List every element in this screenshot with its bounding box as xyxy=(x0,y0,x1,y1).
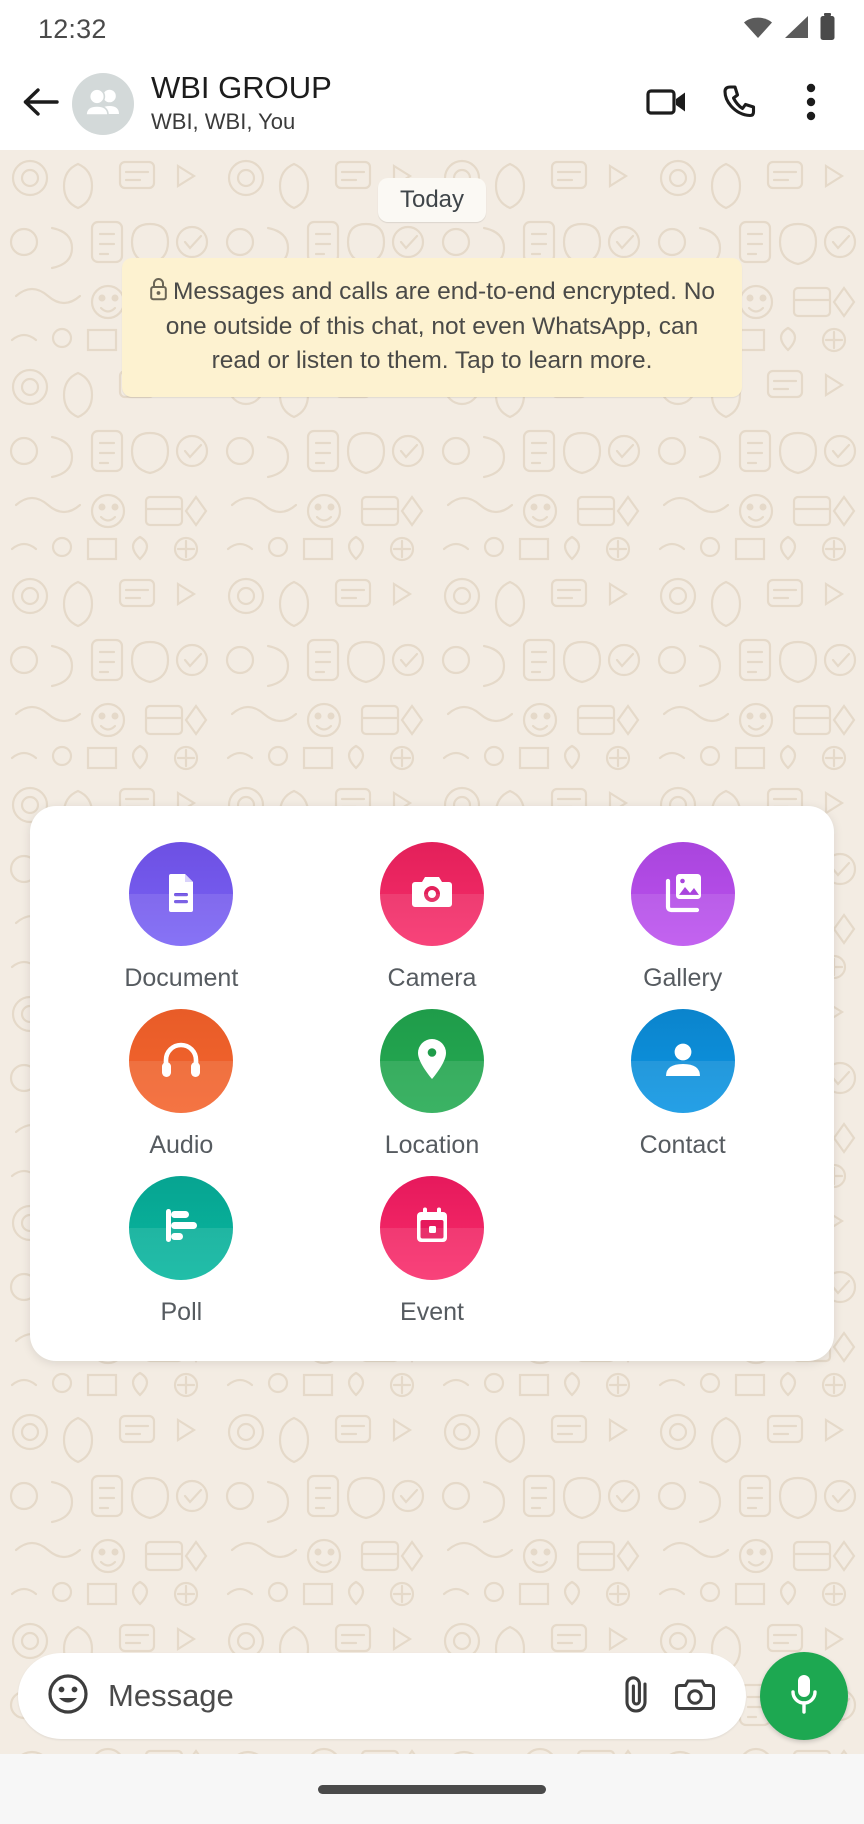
attachment-option-gallery[interactable]: Gallery xyxy=(557,842,808,993)
gallery-icon xyxy=(660,869,706,920)
group-members-subtitle: WBI, WBI, You xyxy=(151,109,296,135)
audio-button[interactable] xyxy=(129,1009,234,1113)
document-button[interactable] xyxy=(129,842,234,946)
attachment-option-audio[interactable]: Audio xyxy=(56,1009,307,1160)
status-bar: 12:32 xyxy=(0,0,864,58)
attachment-label: Event xyxy=(400,1298,464,1326)
encryption-notice[interactable]: Messages and calls are end-to-end encryp… xyxy=(122,258,742,397)
person-icon xyxy=(661,1037,705,1086)
day-divider-row: Today xyxy=(0,178,864,222)
voice-call-button[interactable] xyxy=(708,73,770,135)
attachment-label: Gallery xyxy=(643,964,723,992)
attachment-label: Contact xyxy=(639,1131,726,1159)
video-camera-icon xyxy=(646,86,688,123)
home-gesture-handle[interactable] xyxy=(318,1784,546,1794)
system-nav-bar xyxy=(0,1754,864,1824)
gallery-button[interactable] xyxy=(630,842,735,946)
header-actions xyxy=(636,73,842,135)
page-title: WBI GROUP xyxy=(151,71,332,106)
emoji-icon xyxy=(46,1672,90,1721)
poll-icon xyxy=(159,1206,203,1251)
video-call-button[interactable] xyxy=(636,73,698,135)
attachment-grid: Document Camera Gallery Audio Location C… xyxy=(56,842,808,1327)
emoji-button[interactable] xyxy=(42,1670,94,1722)
avatar[interactable] xyxy=(72,73,134,135)
attachment-label: Camera xyxy=(387,964,477,992)
group-avatar-icon xyxy=(83,86,123,123)
phone-icon xyxy=(721,84,757,125)
status-icons xyxy=(743,12,836,46)
location-button[interactable] xyxy=(379,1009,484,1113)
document-icon xyxy=(158,869,204,920)
headphones-icon xyxy=(158,1038,204,1085)
contact-button[interactable] xyxy=(630,1009,735,1113)
camera-outline-icon xyxy=(673,1674,717,1719)
attachment-label: Document xyxy=(124,964,239,992)
voice-record-button[interactable] xyxy=(760,1652,848,1740)
attachment-option-document[interactable]: Document xyxy=(56,842,307,993)
overflow-menu-icon xyxy=(806,83,816,126)
attachment-option-event[interactable]: Event xyxy=(307,1176,558,1327)
attachment-label: Audio xyxy=(149,1131,214,1159)
event-button[interactable] xyxy=(379,1176,484,1280)
battery-icon xyxy=(819,12,836,46)
chat-area: Today Messages and calls are end-to-end … xyxy=(0,150,864,1824)
encryption-notice-row: Messages and calls are end-to-end encryp… xyxy=(0,258,864,397)
camera-button[interactable] xyxy=(379,842,484,946)
attachment-label: Location xyxy=(384,1131,480,1159)
attachment-option-poll[interactable]: Poll xyxy=(56,1176,307,1327)
attachment-option-camera[interactable]: Camera xyxy=(307,842,558,993)
calendar-icon xyxy=(410,1204,454,1253)
message-input[interactable] xyxy=(108,1678,608,1714)
header-text-block[interactable]: WBI GROUP WBI, WBI, You xyxy=(151,71,636,136)
wifi-icon xyxy=(743,14,773,45)
poll-button[interactable] xyxy=(129,1176,234,1280)
microphone-icon xyxy=(787,1671,821,1722)
message-input-pill[interactable] xyxy=(18,1653,746,1739)
attachment-option-contact[interactable]: Contact xyxy=(557,1009,808,1160)
cellular-signal-icon xyxy=(782,14,810,45)
message-list: Today Messages and calls are end-to-end … xyxy=(0,150,864,397)
more-options-button[interactable] xyxy=(780,73,842,135)
paperclip-icon xyxy=(617,1672,657,1721)
attachment-panel: Document Camera Gallery Audio Location C… xyxy=(30,806,834,1361)
back-button[interactable] xyxy=(14,77,68,131)
message-input-bar xyxy=(0,1652,864,1740)
attachment-label: Poll xyxy=(160,1298,203,1326)
attachment-option-location[interactable]: Location xyxy=(307,1009,558,1160)
encryption-notice-text: Messages and calls are end-to-end encryp… xyxy=(165,278,716,374)
chat-header: WBI GROUP WBI, WBI, You xyxy=(0,58,864,150)
back-arrow-icon xyxy=(22,86,60,123)
attach-button[interactable] xyxy=(608,1667,666,1725)
status-time: 12:32 xyxy=(38,13,107,44)
location-pin-icon xyxy=(413,1035,451,1088)
camera-icon xyxy=(408,871,456,918)
camera-button-input[interactable] xyxy=(666,1667,724,1725)
lock-icon xyxy=(149,277,168,310)
day-divider-pill: Today xyxy=(377,178,487,222)
